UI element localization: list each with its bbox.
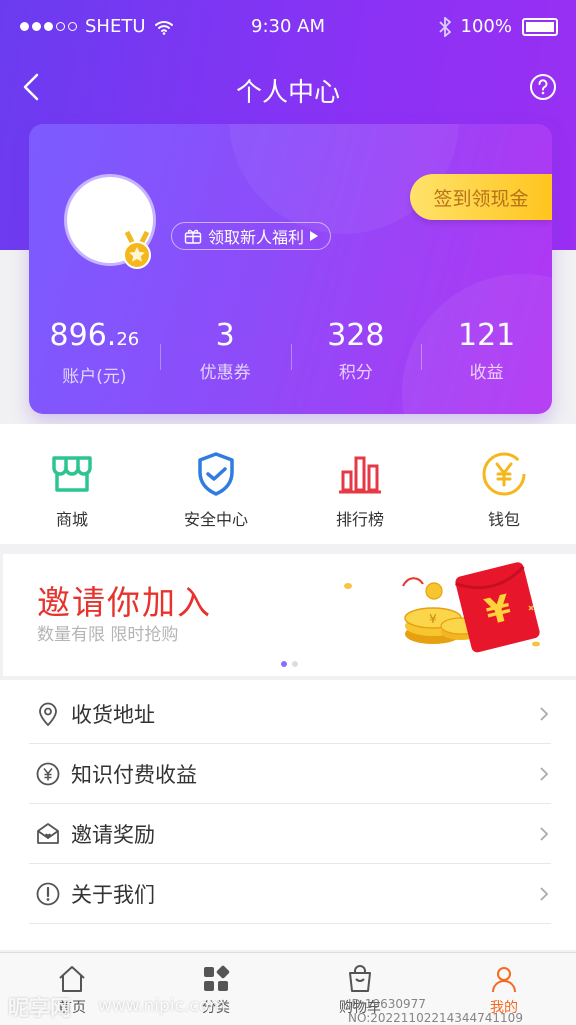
bluetooth-icon [438,16,451,37]
pager-dot[interactable] [292,661,298,667]
help-icon[interactable] [528,72,558,102]
quick-item-store[interactable]: 商城 [0,424,144,544]
location-pin-icon [39,702,57,726]
quick-item-wallet[interactable]: 钱包 [432,424,576,544]
chevron-right-icon [540,766,549,781]
shield-icon [198,452,234,496]
stat-value: 328 [327,318,385,353]
quick-label: 商城 [55,510,88,529]
yen-circle-icon [36,762,60,785]
gift-icon [184,229,202,244]
store-icon [52,456,92,492]
ranking-icon [339,456,381,494]
menu-item-about-us[interactable]: 关于我们 [29,864,551,924]
quick-item-security[interactable]: 安全中心 [144,424,288,544]
status-bar: SHETU 9:30 AM 100% [0,0,576,54]
menu-label: 知识付费收益 [71,762,197,787]
banner-title: 邀请你加入 [37,583,212,622]
user-icon [492,967,516,993]
play-triangle-icon [310,231,319,241]
stat-earnings[interactable]: 121 收益 [421,316,552,387]
svg-text:¥: ¥ [429,612,437,626]
home-icon [59,966,85,992]
sign-in-cash-button[interactable]: 签到领现金 [410,174,552,220]
quick-actions: 商城 安全中心 排行榜 钱包 [0,424,576,544]
stat-value: 121 [457,318,516,353]
nav-bar: 个人中心 [0,60,576,116]
watermark-logo: 昵享网 [8,996,71,1020]
welfare-label: 领取新人福利 [208,228,305,247]
stat-value-decimal: 26 [116,329,140,350]
chevron-right-icon [540,706,549,721]
stat-coupons[interactable]: 3 优惠券 [159,316,291,387]
banner-subtitle: 数量有限 限时抢购 [37,625,179,645]
menu-label: 关于我们 [71,882,155,907]
new-user-welfare-button[interactable]: 领取新人福利 [171,222,332,250]
banner-pager [281,661,298,667]
red-envelope-coins-illustration: ¥ ¥ [344,562,540,653]
stat-label: 账户(元) [62,367,127,387]
menu-item-knowledge-earnings[interactable]: 知识付费收益 [29,744,551,804]
menu-item-invite-rewards[interactable]: 邀请奖励 [29,804,551,864]
menu-label: 收货地址 [71,702,155,727]
envelope-heart-icon [37,822,59,844]
menu-list: 收货地址 知识付费收益 邀请奖励 关于我们 [0,680,576,950]
quick-label: 安全中心 [183,510,248,529]
watermark-id: ID:19630977 NO:20221102214344741109 [348,997,523,1025]
quick-label: 钱包 [487,510,520,529]
battery-percent: 100% [460,16,512,37]
stat-balance[interactable]: 896.26 账户(元) [29,316,160,387]
info-circle-icon [36,882,60,905]
stats-row: 896.26 账户(元) 3 优惠券 328 积分 121 收益 [29,316,552,387]
page-title: 个人中心 [235,78,340,108]
stat-value: 896. [49,318,117,353]
stat-points[interactable]: 328 积分 [290,316,422,387]
cart-bag-icon [349,965,371,992]
chevron-right-icon [540,826,549,841]
profile-card: 领取新人福利 签到领现金 896.26 账户(元) 3 优惠券 328 积分 1… [29,124,552,414]
battery-icon [522,17,558,36]
stat-label: 积分 [338,363,373,383]
menu-item-address[interactable]: 收货地址 [29,684,551,744]
wallet-yen-icon [482,452,526,496]
menu-label: 邀请奖励 [71,822,155,847]
chevron-right-icon [540,886,549,901]
invite-banner[interactable]: 邀请你加入 数量有限 限时抢购 ¥ ¥ [3,554,576,676]
quick-item-ranking[interactable]: 排行榜 [288,424,432,544]
watermark-url: www.nipic.com [98,996,226,1016]
sign-label: 签到领现金 [433,187,529,210]
stat-value: 3 [215,318,235,353]
medal-icon [123,230,151,269]
quick-label: 排行榜 [335,510,384,529]
pager-dot-active[interactable] [281,661,287,667]
stat-label: 收益 [469,363,504,383]
category-icon [204,965,230,991]
stat-label: 优惠券 [199,363,251,383]
